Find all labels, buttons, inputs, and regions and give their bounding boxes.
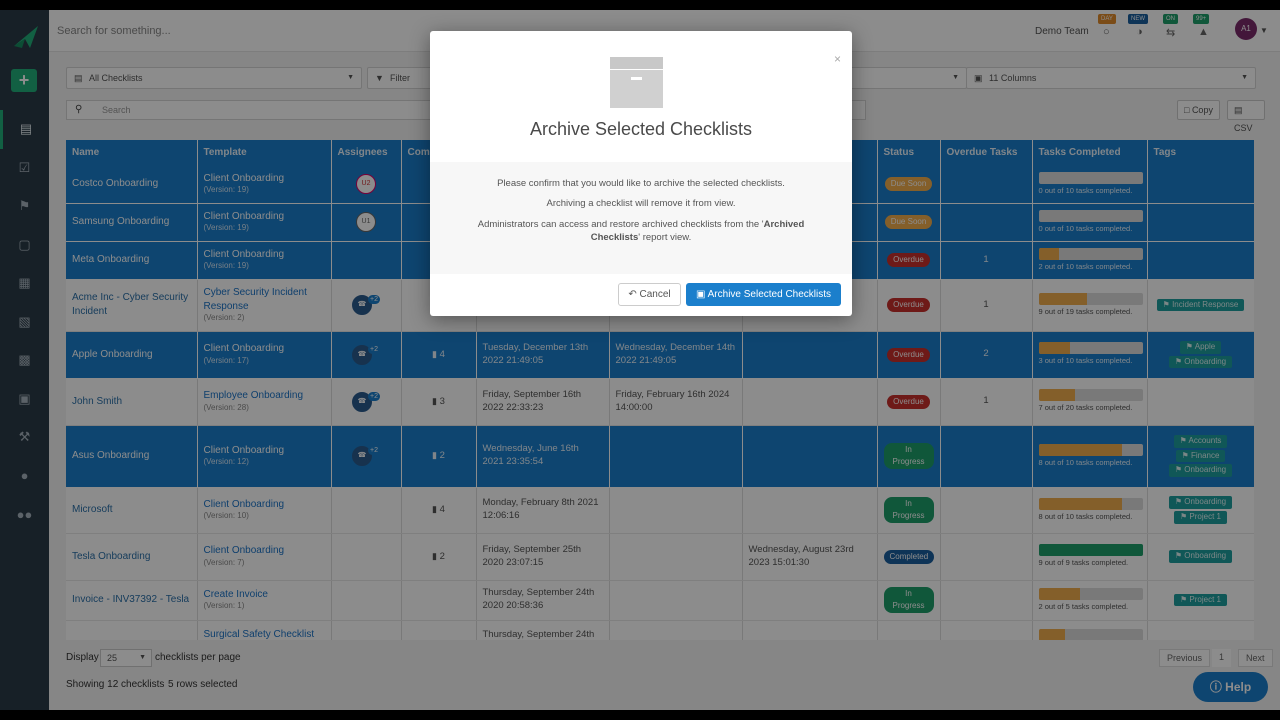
archive-icon: ▣ xyxy=(695,289,706,300)
admin-note-suffix: ' report view. xyxy=(638,232,692,243)
cancel-button[interactable]: ↶ Cancel xyxy=(618,283,681,306)
undo-icon: ↶ xyxy=(628,289,637,300)
modal-body: Please confirm that you would like to ar… xyxy=(430,162,852,274)
archive-selected-label: Archive Selected Checklists xyxy=(707,289,832,300)
archive-note: Archiving a checklist will remove it fro… xyxy=(546,198,736,209)
archive-selected-button[interactable]: ▣ Archive Selected Checklists xyxy=(686,283,841,306)
admin-note: Administrators can access and restore ar… xyxy=(470,218,812,244)
archive-box-icon xyxy=(610,57,663,108)
cancel-label: Cancel xyxy=(639,289,671,300)
modal-footer: ↶ Cancel ▣ Archive Selected Checklists xyxy=(430,274,852,316)
close-icon[interactable]: × xyxy=(834,52,841,66)
modal-title: Archive Selected Checklists xyxy=(529,119,753,139)
confirm-text: Please confirm that you would like to ar… xyxy=(497,178,785,189)
app-frame: + ▤ ☑ ⚑ ▢ ▦ ▧ ▩ ▣ ⚒ ● ●● Search for some… xyxy=(0,10,1280,710)
admin-note-text: Administrators can access and restore ar… xyxy=(477,219,764,230)
archive-modal: × Archive Selected Checklists Please con… xyxy=(430,31,852,316)
